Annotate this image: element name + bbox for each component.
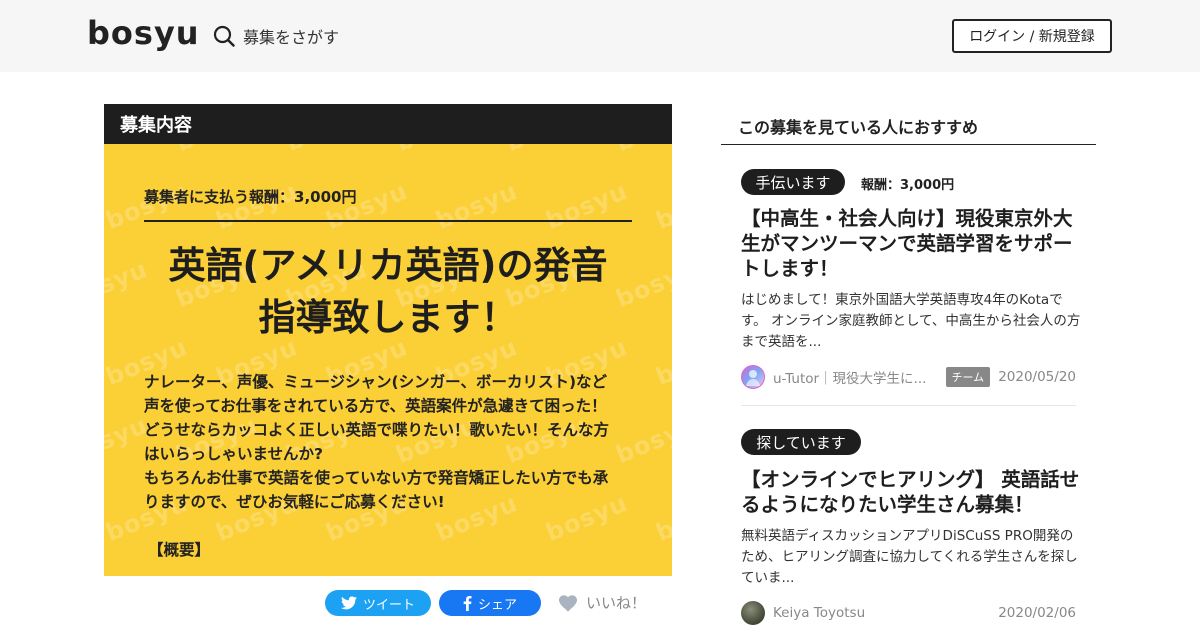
avatar-figure-icon (746, 370, 760, 386)
recruitment-description: ナレーター、声優、ミュージシャン(シンガー、ボーカリスト)など 声を使ってお仕事… (144, 373, 610, 511)
watermark-text: bosyu (282, 144, 372, 157)
watermark-text: bosyu (104, 144, 152, 157)
watermark-text: bosyu (172, 567, 262, 576)
heart-icon (559, 594, 577, 612)
watermark-text: bosyu (612, 567, 672, 576)
reward-text: 報酬：3,000円 (861, 178, 955, 193)
author-name[interactable]: u-Tutor｜現役大学生に... (773, 367, 946, 387)
twitter-icon (340, 596, 357, 610)
recommendation-meta: Keiya Toyotsu 2020/02/06 (741, 601, 1076, 625)
category-tag: 手伝います (741, 169, 845, 195)
watermark-text: bosyu (502, 144, 592, 157)
facebook-icon (463, 595, 472, 611)
watermark-text: bosyu (104, 567, 152, 576)
watermark-text: bosyu (502, 567, 592, 576)
post-date: 2020/05/20 (998, 369, 1076, 385)
recommendation-title[interactable]: 【中高生・社会人向け】現役東京外大生がマンツーマンで英語学習をサポートします！ (741, 206, 1081, 281)
facebook-label: シェア (477, 597, 517, 613)
category-tag: 探しています (741, 429, 861, 455)
logo[interactable]: bosyu (87, 14, 200, 52)
search-label: 募集をさがす (243, 28, 340, 47)
recruitment-card: bosyu bosyu bosyu bosyu bosyu bosyu bosyu bosyu… (104, 144, 672, 576)
search-link[interactable]: 募集をさがす (213, 24, 339, 48)
watermark-text: bosyu (392, 144, 482, 157)
title-line-2: 指導致します！ (258, 296, 518, 339)
tweet-button[interactable]: ツイート (325, 590, 431, 616)
tweet-label: ツイート (362, 597, 415, 613)
overview-heading: 【概要】 (148, 541, 211, 559)
watermark-text: bosyu (392, 567, 482, 576)
post-date: 2020/02/06 (998, 605, 1076, 621)
watermark-text: bosyu (651, 488, 672, 548)
team-badge: チーム (945, 367, 991, 387)
recommendation-excerpt: 無料英語ディスカッションアプリDiSCuSS PRO開発のため、ヒアリング調査に… (741, 528, 1078, 586)
recommendation-meta: u-Tutor｜現役大学生に... チーム 2020/05/20 (741, 365, 1076, 389)
recommendation-title[interactable]: 【オンラインでヒアリング】 英語話せるようになりたい学生さん募集！ (741, 467, 1081, 517)
item-separator (741, 405, 1076, 406)
recommendation-excerpt: はじめまして！東京外国語大学英語専攻4年のKotaです。 オンライン家庭教師とし… (741, 292, 1081, 350)
watermark-text: bosyu (612, 144, 672, 157)
divider (144, 220, 632, 222)
search-icon (213, 25, 235, 47)
watermark-text: bosyu (431, 176, 522, 236)
watermark-text: bosyu (541, 176, 632, 236)
login-signup-button[interactable]: ログイン / 新規登録 (952, 19, 1112, 53)
watermark-text: bosyu (282, 567, 372, 576)
watermark-text: bosyu (651, 332, 672, 392)
title-line-1: 英語(アメリカ英語)の発音 (168, 244, 608, 287)
site-header: bosyu 募集をさがす ログイン / 新規登録 (0, 0, 1200, 72)
avatar[interactable] (741, 365, 765, 389)
recommendation-heading: この募集を見ている人におすすめ (738, 118, 979, 137)
facebook-share-button[interactable]: シェア (439, 590, 541, 616)
avatar[interactable] (741, 601, 765, 625)
like-label: いいね！ (586, 594, 647, 612)
watermark-text: bosyu (172, 144, 262, 157)
recruitment-title: 英語(アメリカ英語)の発音 指導致します！ (144, 240, 632, 344)
watermark-text: bosyu (651, 176, 672, 236)
reward-text: 募集者に支払う報酬：3,000円 (144, 188, 357, 206)
divider (721, 144, 1096, 145)
author-name[interactable]: Keiya Toyotsu (773, 605, 998, 621)
card-heading: 募集内容 (104, 104, 672, 144)
like-button[interactable]: いいね！ (558, 592, 646, 613)
